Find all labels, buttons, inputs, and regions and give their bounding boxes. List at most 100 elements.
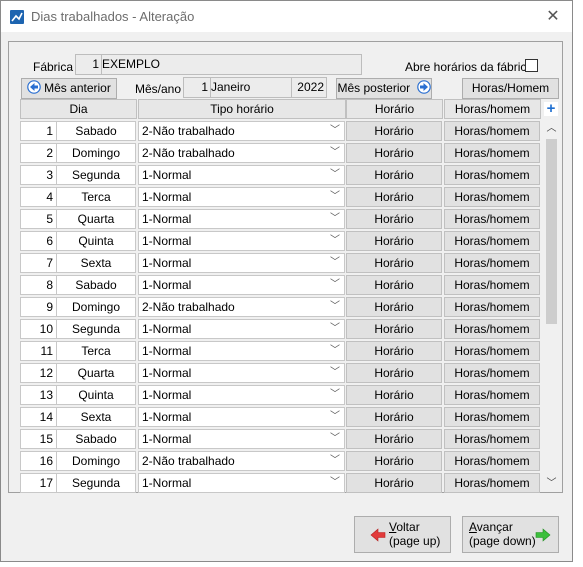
fabrica-name-field[interactable]: EXEMPLO xyxy=(101,54,362,75)
horas-homem-row-button[interactable]: Horas/homem xyxy=(444,407,540,427)
weekday-cell: Sabado xyxy=(56,275,136,295)
horario-button[interactable]: Horário xyxy=(346,429,442,449)
chevron-down-icon[interactable]: ﹀ xyxy=(329,430,341,448)
horario-button[interactable]: Horário xyxy=(346,231,442,251)
chevron-down-icon[interactable]: ﹀ xyxy=(329,408,341,426)
chevron-down-icon[interactable]: ﹀ xyxy=(329,166,341,184)
horas-homem-row-button[interactable]: Horas/homem xyxy=(444,319,540,339)
tipo-horario-value: 1-Normal xyxy=(142,476,192,490)
chevron-down-icon[interactable]: ﹀ xyxy=(329,452,341,470)
tipo-horario-select[interactable]: 1-Normal ﹀ xyxy=(138,407,345,427)
tipo-horario-select[interactable]: 1-Normal ﹀ xyxy=(138,253,345,273)
tipo-horario-value: 2-Não trabalhado xyxy=(142,454,235,468)
horario-button[interactable]: Horário xyxy=(346,407,442,427)
scroll-thumb[interactable] xyxy=(546,139,557,324)
horas-homem-row-button[interactable]: Horas/homem xyxy=(444,253,540,273)
tipo-horario-select[interactable]: 1-Normal ﹀ xyxy=(138,385,345,405)
horas-homem-row-button[interactable]: Horas/homem xyxy=(444,231,540,251)
chevron-down-icon[interactable]: ﹀ xyxy=(329,210,341,228)
horas-homem-row-button[interactable]: Horas/homem xyxy=(444,297,540,317)
horas-homem-row-button[interactable]: Horas/homem xyxy=(444,143,540,163)
mes-posterior-button[interactable]: Mês posterior xyxy=(336,78,432,99)
horario-button[interactable]: Horário xyxy=(346,143,442,163)
mes-anterior-button[interactable]: Mês anterior xyxy=(21,78,117,99)
horas-homem-button[interactable]: Horas/Homem xyxy=(462,78,559,99)
fabrica-code-field[interactable]: 1 xyxy=(75,54,102,75)
horas-homem-row-button[interactable]: Horas/homem xyxy=(444,363,540,383)
horas-homem-row-button[interactable]: Horas/homem xyxy=(444,429,540,449)
voltar-button[interactable]: Voltar (page up) xyxy=(354,516,451,553)
tipo-horario-select[interactable]: 2-Não trabalhado ﹀ xyxy=(138,297,345,317)
mesano-label: Mês/ano xyxy=(135,82,182,96)
tipo-horario-value: 1-Normal xyxy=(142,168,192,182)
chevron-down-icon[interactable]: ﹀ xyxy=(329,254,341,272)
day-number-cell: 1 xyxy=(20,121,57,141)
horario-button[interactable]: Horário xyxy=(346,209,442,229)
horario-button[interactable]: Horário xyxy=(346,275,442,295)
chevron-down-icon[interactable]: ﹀ xyxy=(329,474,341,492)
plus-icon[interactable]: + xyxy=(544,101,558,116)
horas-homem-row-button[interactable]: Horas/homem xyxy=(444,451,540,471)
chevron-down-icon[interactable]: ﹀ xyxy=(329,364,341,382)
horario-button[interactable]: Horário xyxy=(346,297,442,317)
horas-homem-row-button[interactable]: Horas/homem xyxy=(444,341,540,361)
day-number-cell: 10 xyxy=(20,319,57,339)
chevron-down-icon[interactable]: ﹀ xyxy=(329,276,341,294)
chevron-down-icon[interactable]: ﹀ xyxy=(329,298,341,316)
tipo-horario-select[interactable]: 2-Não trabalhado ﹀ xyxy=(138,451,345,471)
col-dia-header: Dia xyxy=(20,99,137,119)
horario-button[interactable]: Horário xyxy=(346,165,442,185)
horario-button[interactable]: Horário xyxy=(346,121,442,141)
tipo-horario-select[interactable]: 1-Normal ﹀ xyxy=(138,341,345,361)
horario-button[interactable]: Horário xyxy=(346,341,442,361)
tipo-horario-select[interactable]: 1-Normal ﹀ xyxy=(138,473,345,493)
horas-homem-row-button[interactable]: Horas/homem xyxy=(444,187,540,207)
chevron-down-icon[interactable]: ﹀ xyxy=(329,122,341,140)
tipo-horario-value: 2-Não trabalhado xyxy=(142,124,235,138)
month-number-field[interactable]: 1 xyxy=(183,77,211,98)
horario-button[interactable]: Horário xyxy=(346,363,442,383)
chevron-down-icon[interactable]: ﹀ xyxy=(329,232,341,250)
year-field[interactable]: 2022 xyxy=(291,77,327,98)
horas-homem-row-button[interactable]: Horas/homem xyxy=(444,385,540,405)
horas-homem-row-button[interactable]: Horas/homem xyxy=(444,275,540,295)
chevron-down-icon[interactable]: ﹀ xyxy=(329,320,341,338)
weekday-cell: Domingo xyxy=(56,143,136,163)
month-name-field[interactable]: Janeiro xyxy=(210,77,292,98)
day-number-cell: 5 xyxy=(20,209,57,229)
avancar-button[interactable]: Avançar (page down) xyxy=(462,516,559,553)
scroll-down-icon[interactable]: ﹀ xyxy=(544,476,559,492)
chevron-down-icon[interactable]: ﹀ xyxy=(329,342,341,360)
window-title: Dias trabalhados - Alteração xyxy=(31,9,195,24)
horas-homem-row-button[interactable]: Horas/homem xyxy=(444,209,540,229)
tipo-horario-select[interactable]: 1-Normal ﹀ xyxy=(138,165,345,185)
close-icon[interactable]: ✕ xyxy=(541,6,565,28)
horario-button[interactable]: Horário xyxy=(346,451,442,471)
abre-horarios-checkbox[interactable] xyxy=(525,59,538,72)
horario-button[interactable]: Horário xyxy=(346,473,442,493)
day-number-cell: 16 xyxy=(20,451,57,471)
horario-button[interactable]: Horário xyxy=(346,187,442,207)
horario-button[interactable]: Horário xyxy=(346,253,442,273)
tipo-horario-select[interactable]: 1-Normal ﹀ xyxy=(138,429,345,449)
horas-homem-row-button[interactable]: Horas/homem xyxy=(444,165,540,185)
chevron-down-icon[interactable]: ﹀ xyxy=(329,386,341,404)
tipo-horario-select[interactable]: 1-Normal ﹀ xyxy=(138,231,345,251)
tipo-horario-select[interactable]: 1-Normal ﹀ xyxy=(138,187,345,207)
tipo-horario-select[interactable]: 1-Normal ﹀ xyxy=(138,275,345,295)
tipo-horario-select[interactable]: 1-Normal ﹀ xyxy=(138,363,345,383)
vertical-scrollbar[interactable]: ︿ ﹀ xyxy=(544,121,559,492)
tipo-horario-select[interactable]: 2-Não trabalhado ﹀ xyxy=(138,143,345,163)
scroll-up-icon[interactable]: ︿ xyxy=(544,121,559,137)
horario-button[interactable]: Horário xyxy=(346,385,442,405)
tipo-horario-select[interactable]: 1-Normal ﹀ xyxy=(138,209,345,229)
day-number-cell: 9 xyxy=(20,297,57,317)
chevron-down-icon[interactable]: ﹀ xyxy=(329,188,341,206)
tipo-horario-select[interactable]: 2-Não trabalhado ﹀ xyxy=(138,121,345,141)
horario-button[interactable]: Horário xyxy=(346,319,442,339)
horas-homem-row-button[interactable]: Horas/homem xyxy=(444,473,540,493)
horas-homem-row-button[interactable]: Horas/homem xyxy=(444,121,540,141)
dialog-window: Dias trabalhados - Alteração ✕ Fábrica 1… xyxy=(0,0,573,562)
tipo-horario-select[interactable]: 1-Normal ﹀ xyxy=(138,319,345,339)
chevron-down-icon[interactable]: ﹀ xyxy=(329,144,341,162)
